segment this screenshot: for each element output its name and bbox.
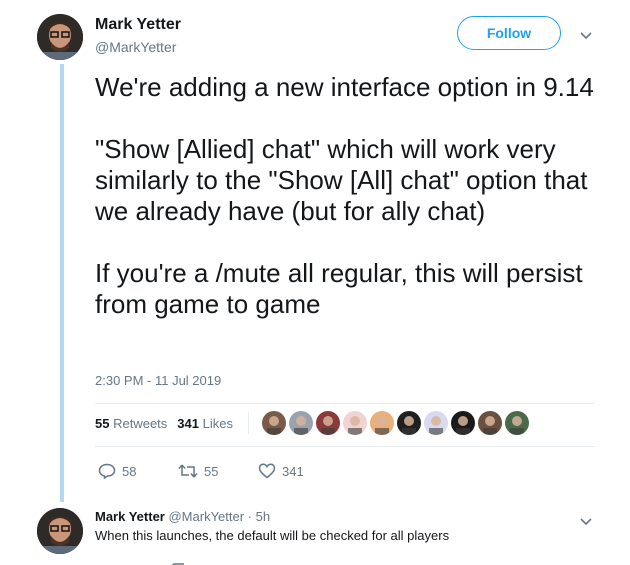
likes-label: Likes xyxy=(202,416,233,431)
retweet-button[interactable]: 55 xyxy=(178,463,258,479)
divider xyxy=(95,446,595,447)
chevron-down-icon[interactable] xyxy=(580,513,592,529)
retweets-count: 55 xyxy=(95,416,110,431)
reply-time[interactable]: 5h xyxy=(256,509,270,524)
reply-icon xyxy=(98,463,116,479)
liker-avatar[interactable] xyxy=(451,411,475,435)
thread-line xyxy=(60,64,64,502)
liker-avatar[interactable] xyxy=(343,411,367,435)
likes-stat[interactable]: 341 Likes xyxy=(177,416,233,431)
liker-avatar[interactable] xyxy=(316,411,340,435)
action-bar: 58 55 341 xyxy=(98,463,338,479)
liker-avatar[interactable] xyxy=(370,411,394,435)
likes-count: 341 xyxy=(177,416,199,431)
reply-author-handle[interactable]: @MarkYetter xyxy=(168,509,244,524)
liker-avatar[interactable] xyxy=(478,411,502,435)
retweets-label: Retweets xyxy=(113,416,168,431)
liker-avatar[interactable] xyxy=(397,411,421,435)
reply-count: 58 xyxy=(122,463,137,479)
tweet-paragraph: If you're a /mute all regular, this will… xyxy=(95,258,583,319)
liker-avatar[interactable] xyxy=(505,411,529,435)
reply-author-name[interactable]: Mark Yetter xyxy=(95,509,165,524)
retweet-count: 55 xyxy=(204,463,219,479)
tweet-paragraph: We're adding a new interface option in 9… xyxy=(95,72,594,102)
reply-button[interactable]: 58 xyxy=(98,463,178,479)
liker-avatars xyxy=(262,411,529,435)
chevron-down-icon[interactable] xyxy=(580,27,592,43)
liker-avatar[interactable] xyxy=(262,411,286,435)
follow-button[interactable]: Follow xyxy=(457,16,561,50)
author-handle[interactable]: @MarkYetter xyxy=(95,39,176,55)
reply-header: Mark Yetter @MarkYetter · 5h xyxy=(95,509,270,524)
reply-action-bar xyxy=(98,559,298,565)
engagement-stats: 55 Retweets 341 Likes xyxy=(95,416,233,431)
tweet-text: We're adding a new interface option in 9… xyxy=(95,72,600,320)
like-button[interactable]: 341 xyxy=(258,463,338,479)
author-avatar[interactable] xyxy=(37,14,83,60)
reply-separator: · xyxy=(244,509,256,524)
like-count: 341 xyxy=(282,463,304,479)
divider xyxy=(248,412,249,434)
reply-author-avatar[interactable] xyxy=(37,508,83,554)
tweet-paragraph: "Show [Allied] chat" which will work ver… xyxy=(95,134,588,226)
heart-icon xyxy=(258,463,276,479)
retweets-stat[interactable]: 55 Retweets xyxy=(95,416,167,431)
liker-avatar[interactable] xyxy=(289,411,313,435)
liker-avatar[interactable] xyxy=(424,411,448,435)
tweet-timestamp[interactable]: 2:30 PM - 11 Jul 2019 xyxy=(95,373,221,388)
divider xyxy=(95,403,595,404)
retweet-icon xyxy=(178,464,198,478)
reply-text: When this launches, the default will be … xyxy=(95,528,450,543)
author-name[interactable]: Mark Yetter xyxy=(95,16,181,34)
